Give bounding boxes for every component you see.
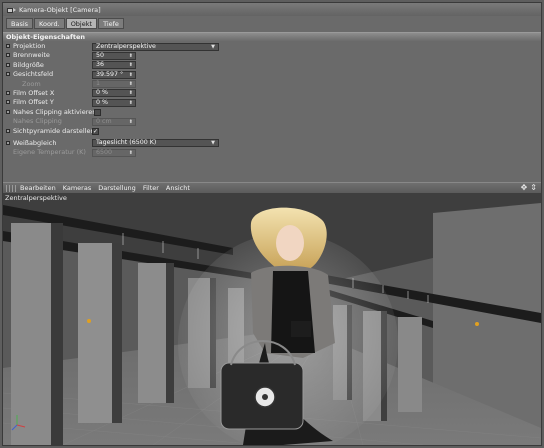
field-of-view-field[interactable]: 39.597 ° ⬍ xyxy=(92,70,136,79)
stepper-arrows-icon[interactable]: ⬍ xyxy=(129,53,133,59)
camera-icon xyxy=(7,6,16,14)
stepper-arrows-icon[interactable]: ⬍ xyxy=(129,72,133,78)
menu-darstellung[interactable]: Darstellung xyxy=(98,184,136,192)
keyframe-dot[interactable] xyxy=(6,109,10,114)
keyframe-dot[interactable] xyxy=(6,44,10,48)
prop-label: Eigene Temperatur (K) xyxy=(13,148,86,157)
prop-row-nahes-clipping: Nahes Clipping 0 cm ⬍ xyxy=(3,117,541,126)
prop-row-weissabgleich: Weißabgleich Tageslicht (6500 K) ▼ xyxy=(3,139,541,148)
stepper-arrows-icon: ⬍ xyxy=(128,81,133,88)
prop-label: Nahes Clipping aktivieren xyxy=(13,107,97,116)
menu-ansicht[interactable]: Ansicht xyxy=(166,184,190,192)
prop-row-sichtpyramide: Sichtpyramide darstellen ✓ xyxy=(3,127,541,136)
keyframe-dot[interactable] xyxy=(6,62,10,67)
tab-tiefe[interactable]: Tiefe xyxy=(98,18,124,29)
keyframe-dot[interactable] xyxy=(6,53,10,58)
3d-viewport[interactable]: Zentralperspektive xyxy=(3,193,541,445)
marker-right[interactable] xyxy=(475,322,479,326)
white-balance-dropdown[interactable]: Tageslicht (6500 K) ▼ xyxy=(92,139,219,148)
prop-row-bildgroesse: Bildgröße 36 ⬍ xyxy=(3,61,541,70)
near-clipping-checkbox[interactable] xyxy=(94,108,101,116)
keyframe-dot[interactable] xyxy=(6,90,10,95)
prop-label: Nahes Clipping xyxy=(13,117,62,126)
projection-dropdown[interactable]: Zentralperspektive ▼ xyxy=(92,42,219,51)
stepper-arrows-icon[interactable]: ⬍ xyxy=(129,90,133,96)
prop-row-nahes-clipping-aktivieren: Nahes Clipping aktivieren xyxy=(3,108,541,117)
window-title: Kamera-Objekt [Camera] xyxy=(19,5,101,14)
tab-objekt[interactable]: Objekt xyxy=(65,18,98,29)
near-clipping-field: 0 cm ⬍ xyxy=(92,117,136,126)
checkmark-icon: ✓ xyxy=(93,127,99,135)
field-value: 6500 xyxy=(96,148,113,156)
keyframe-dot[interactable] xyxy=(6,100,10,105)
scroll-arrows-icon[interactable]: ⇕ xyxy=(530,184,537,192)
viewport-projection-label: Zentralperspektive xyxy=(5,194,67,202)
tab-bar: Basis Koord. Objekt Tiefe xyxy=(3,17,124,30)
viewport-nav-icons: ✥ ⇕ xyxy=(521,184,537,192)
chevron-down-icon: ▼ xyxy=(211,43,215,50)
menu-kameras[interactable]: Kameras xyxy=(63,184,92,192)
tab-basis[interactable]: Basis xyxy=(6,18,34,29)
prop-label: Film Offset X xyxy=(13,88,55,97)
prop-row-film-offset-y: Film Offset Y 0 % ⬍ xyxy=(3,98,541,107)
prop-row-zoom: Zoom 1 ⬍ xyxy=(3,80,541,89)
viewport-scene xyxy=(3,193,541,445)
prop-row-projektion: Projektion Zentralperspektive ▼ xyxy=(3,42,541,51)
film-offset-x-field[interactable]: 0 % ⬍ xyxy=(92,89,136,98)
properties-panel: Projektion Zentralperspektive ▼ Brennwei… xyxy=(3,42,541,158)
prop-label: Sichtpyramide darstellen xyxy=(13,126,95,135)
menu-bearbeiten[interactable]: Bearbeiten xyxy=(20,184,56,192)
stepper-arrows-icon: ⬍ xyxy=(128,149,133,156)
prop-label: Weißabgleich xyxy=(13,138,57,147)
prop-label: Projektion xyxy=(13,42,46,50)
prop-row-film-offset-x: Film Offset X 0 % ⬍ xyxy=(3,89,541,98)
field-value: 50 xyxy=(96,51,105,59)
stepper-arrows-icon: ⬍ xyxy=(128,118,133,125)
menu-filter[interactable]: Filter xyxy=(143,184,159,192)
keyframe-dot[interactable] xyxy=(6,128,10,133)
prop-label: Zoom xyxy=(22,79,41,88)
viewport-menu-bar: Bearbeiten Kameras Darstellung Filter An… xyxy=(3,182,541,193)
dropdown-value: Tageslicht (6500 K) xyxy=(96,139,157,147)
field-value: 1 xyxy=(96,80,101,88)
focal-length-field[interactable]: 50 ⬍ xyxy=(92,51,136,60)
show-frustum-checkbox[interactable]: ✓ xyxy=(92,127,99,135)
prop-label: Bildgröße xyxy=(13,60,44,69)
title-bar: Kamera-Objekt [Camera] xyxy=(3,3,541,16)
prop-row-gesichtsfeld: Gesichtsfeld 39.597 ° ⬍ xyxy=(3,70,541,79)
marker-left[interactable] xyxy=(87,319,91,323)
prop-label: Film Offset Y xyxy=(13,98,54,107)
stepper-arrows-icon[interactable]: ⬍ xyxy=(129,62,133,68)
prop-row-brennweite: Brennweite 50 ⬍ xyxy=(3,51,541,60)
attribute-manager-window: Kamera-Objekt [Camera] Basis Koord. Obje… xyxy=(2,2,542,446)
prop-label: Brennweite xyxy=(13,51,50,60)
grip-handle-icon[interactable] xyxy=(6,184,16,192)
move-arrows-icon[interactable]: ✥ xyxy=(521,184,528,192)
field-value: 0 % xyxy=(96,98,108,106)
prop-row-eigene-temperatur: Eigene Temperatur (K) 6500 ⬍ xyxy=(3,148,541,157)
field-value: 36 xyxy=(96,61,105,69)
film-offset-y-field[interactable]: 0 % ⬍ xyxy=(92,98,136,107)
section-header: Objekt-Eigenschaften xyxy=(3,32,541,41)
field-value: 0 % xyxy=(96,89,108,97)
field-value: 0 cm xyxy=(96,117,112,125)
dropdown-value: Zentralperspektive xyxy=(96,42,156,50)
zoom-field: 1 ⬍ xyxy=(92,80,136,89)
custom-temperature-field: 6500 ⬍ xyxy=(92,148,136,157)
field-value: 39.597 ° xyxy=(96,70,124,78)
keyframe-dot[interactable] xyxy=(6,72,10,77)
chevron-down-icon: ▼ xyxy=(211,140,215,147)
keyframe-dot[interactable] xyxy=(6,140,10,145)
tab-koord[interactable]: Koord. xyxy=(34,18,65,29)
prop-label: Gesichtsfeld xyxy=(13,70,54,79)
stepper-arrows-icon[interactable]: ⬍ xyxy=(129,100,133,106)
sensor-size-field[interactable]: 36 ⬍ xyxy=(92,61,136,70)
